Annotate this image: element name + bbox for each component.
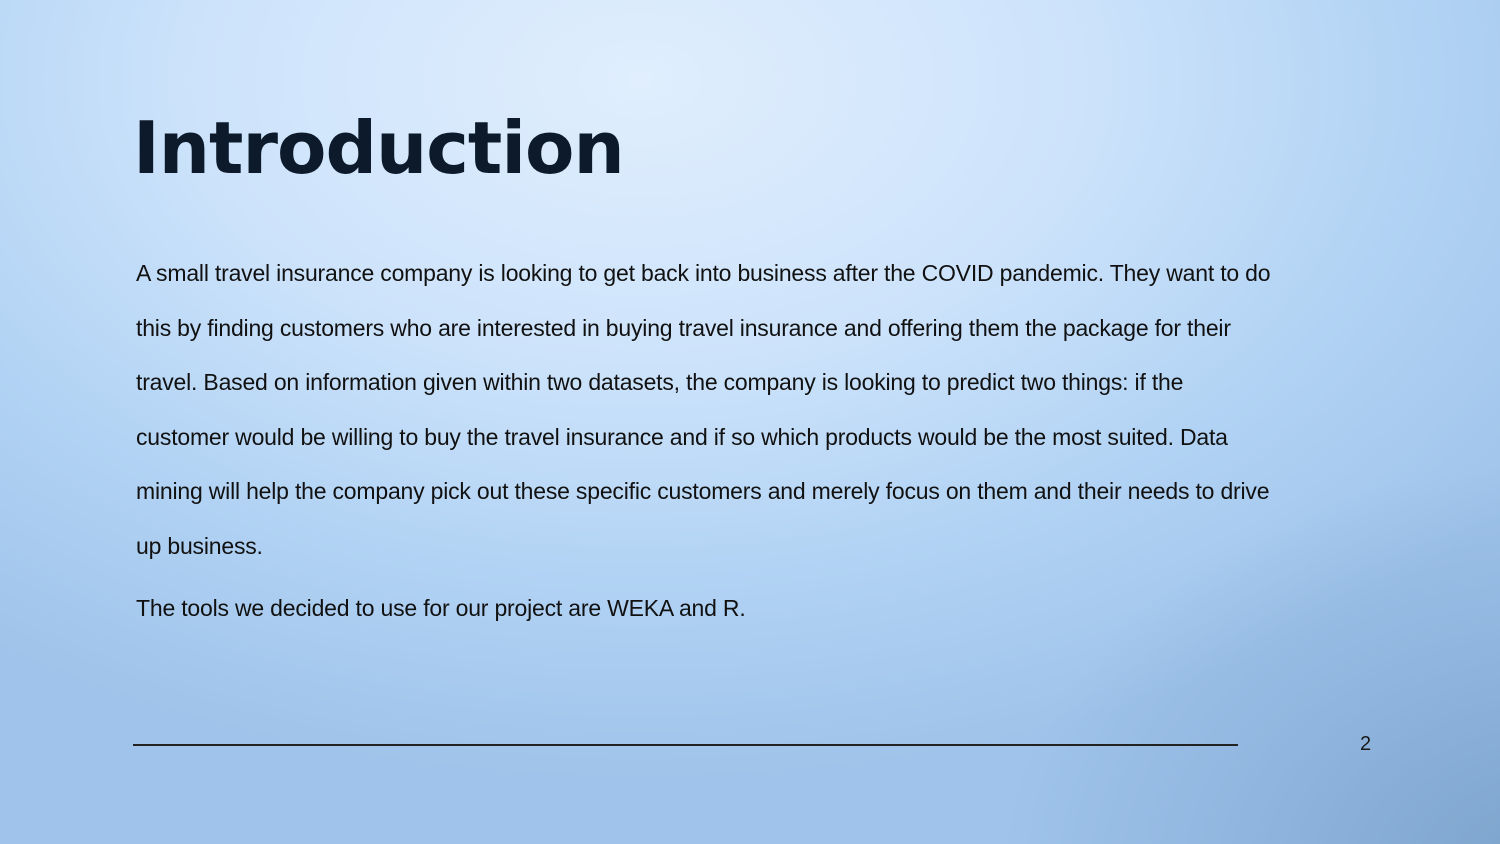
page-number: 2 [1360, 733, 1372, 755]
tools-paragraph: The tools we decided to use for our proj… [136, 594, 746, 621]
slide: Introduction A small travel insurance co… [0, 0, 1500, 844]
intro-paragraph: A small travel insurance company is look… [136, 260, 1271, 559]
slide-body: A small travel insurance company is look… [136, 246, 1276, 628]
slide-title: Introduction [133, 106, 625, 190]
footer-divider [133, 744, 1238, 746]
